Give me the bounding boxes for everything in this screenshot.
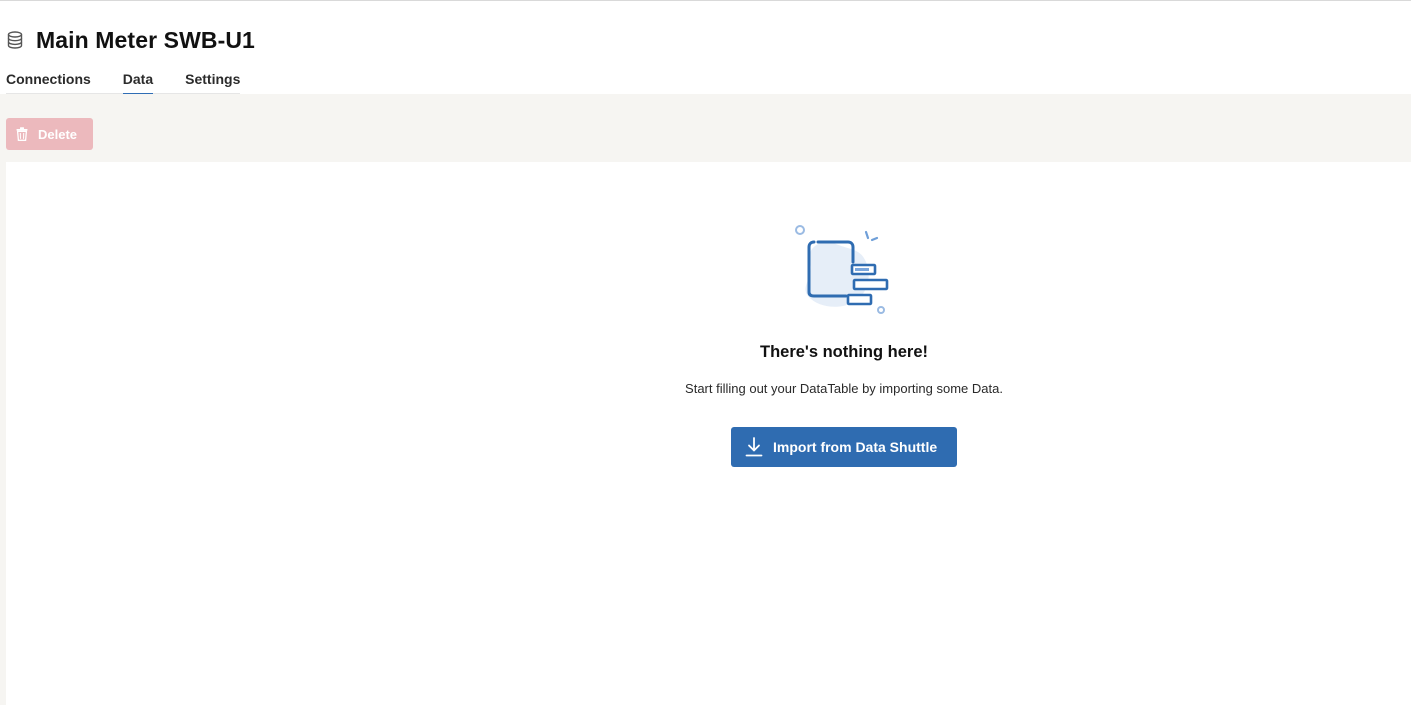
- delete-button-label: Delete: [38, 126, 78, 142]
- page-header: Main Meter SWB-U1: [6, 24, 255, 56]
- toolbar: Delete: [6, 94, 1411, 162]
- empty-state-description: Start filling out your DataTable by impo…: [685, 381, 1003, 396]
- tab-bar: Connections Data Settings: [6, 71, 241, 95]
- database-icon: [6, 31, 24, 49]
- tab-settings[interactable]: Settings: [185, 71, 240, 93]
- data-table-area: [6, 162, 1411, 705]
- import-button-label: Import from Data Shuttle: [773, 439, 938, 455]
- datatable-empty-illustration: [788, 222, 896, 318]
- import-from-data-shuttle-button[interactable]: Import from Data Shuttle: [731, 427, 957, 467]
- download-icon: [745, 437, 763, 457]
- tab-connections[interactable]: Connections: [6, 71, 91, 93]
- delete-button[interactable]: Delete: [6, 118, 93, 150]
- top-divider: [0, 0, 1411, 1]
- tab-data[interactable]: Data: [122, 71, 154, 95]
- page-title: Main Meter SWB-U1: [36, 26, 255, 53]
- empty-state-title: There's nothing here!: [759, 343, 929, 361]
- trash-icon: [16, 127, 28, 141]
